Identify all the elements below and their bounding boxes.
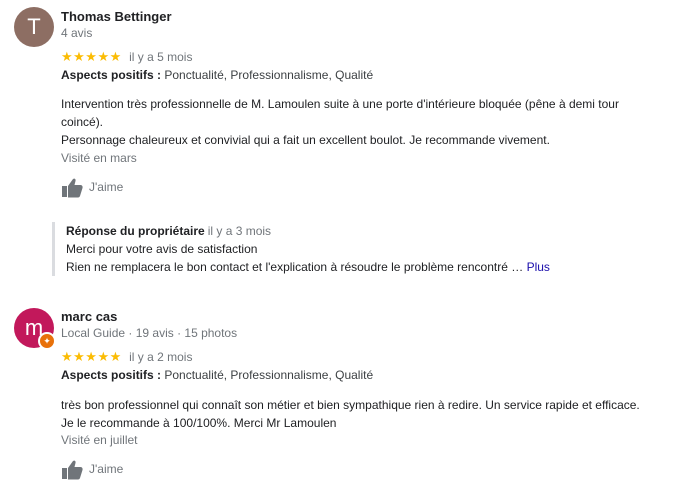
review-text: très bon professionnel qui connaît son m… [61,396,646,432]
review-text-line: très bon professionnel qui connaît son m… [61,398,640,430]
review-time: il y a 5 mois [129,50,193,64]
like-button[interactable]: J'aime [61,178,123,198]
owner-reply-header: Réponse du propriétaire il y a 3 mois [66,222,666,240]
visit-date: Visité en juillet [61,433,138,447]
rating-row: ★★★★★ il y a 2 mois [61,349,192,365]
review-text-line: Intervention très professionnelle de M. … [61,97,619,129]
like-label: J'aime [89,462,124,477]
owner-reply: Réponse du propriétaire il y a 3 mois Mer… [52,222,666,276]
owner-reply-time: il y a 3 mois [207,224,272,238]
star-rating-icon: ★★★★★ [61,349,122,364]
aspects-values: Ponctualité, Professionnalisme, Qualité [164,368,374,382]
aspects-label: Aspects positifs : [61,368,162,382]
local-guide-badge-icon: ✦ [38,332,56,350]
owner-reply-line2: Rien ne remplacera le bon contact et l'e… [66,258,666,276]
owner-reply-line: Merci pour votre avis de satisfaction [66,242,258,256]
thumbs-up-icon [62,460,83,480]
more-link[interactable]: Plus [527,260,550,274]
thumbs-up-icon [62,178,83,198]
reviewer-name[interactable]: marc cas [61,309,117,324]
owner-reply-title: Réponse du propriétaire [66,224,205,238]
reviewer-meta[interactable]: 4 avis [61,26,92,40]
aspects-label: Aspects positifs : [61,68,162,82]
aspects-positive: Aspects positifs : Ponctualité, Professi… [61,68,373,82]
review-text-line: Personnage chaleureux et convivial qui a… [61,133,550,147]
aspects-positive: Aspects positifs : Ponctualité, Professi… [61,368,373,382]
reviewer-name[interactable]: Thomas Bettinger [61,9,172,24]
like-button[interactable]: J'aime [61,460,123,480]
star-rating-icon: ★★★★★ [61,49,122,64]
rating-row: ★★★★★ il y a 5 mois [61,49,192,65]
reviewer-meta[interactable]: Local Guide · 19 avis · 15 photos [61,326,237,340]
visit-date: Visité en mars [61,151,137,165]
aspects-values: Ponctualité, Professionnalisme, Qualité [164,68,374,82]
avatar[interactable]: T [14,7,54,47]
review-text: Intervention très professionnelle de M. … [61,95,646,149]
like-label: J'aime [89,180,124,195]
owner-reply-text: Rien ne remplacera le bon contact et l'e… [66,260,524,274]
review-time: il y a 2 mois [129,350,193,364]
